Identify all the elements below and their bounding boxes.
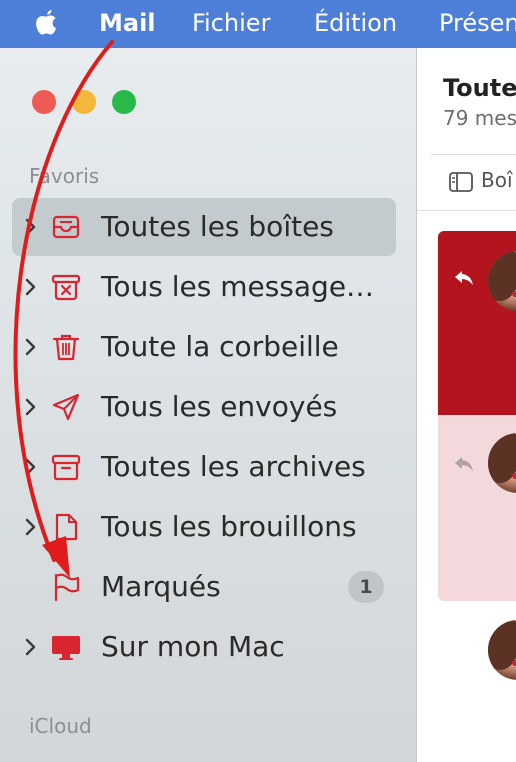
chevron-right-icon[interactable]	[22, 396, 38, 418]
chevron-right-icon[interactable]	[22, 336, 38, 358]
menu-presentation[interactable]: Présen	[439, 8, 516, 38]
sidebar-item-label: Tous les message…	[101, 270, 375, 303]
paperplane-icon	[52, 393, 80, 421]
menu-bar: Mail Fichier Édition Présen	[0, 0, 516, 48]
chevron-right-icon[interactable]	[22, 516, 38, 538]
menu-fichier[interactable]: Fichier	[192, 8, 270, 38]
message-row[interactable]	[438, 415, 516, 601]
menu-edition[interactable]: Édition	[314, 8, 397, 38]
divider	[431, 154, 516, 155]
chevron-right-icon[interactable]	[22, 276, 38, 298]
avatar	[488, 433, 516, 493]
sidebar-item-label: Sur mon Mac	[101, 630, 285, 663]
sidebar-item-label: Marqués	[101, 570, 221, 603]
sidebar-item-archive[interactable]: Toutes les archives	[12, 438, 396, 496]
sidebar-item-label: Tous les envoyés	[101, 390, 338, 423]
reply-icon	[455, 457, 473, 471]
chevron-right-icon[interactable]	[22, 636, 38, 658]
message-list: Toute 79 mes Boî	[417, 48, 516, 762]
desktop-icon	[52, 636, 80, 660]
sidebar-item-sent[interactable]: Tous les envoyés	[12, 378, 396, 436]
section-favorites: Favoris	[29, 164, 100, 188]
reply-icon	[455, 271, 473, 285]
section-icloud: iCloud	[29, 714, 92, 738]
minimize-window-button[interactable]	[72, 90, 96, 114]
chevron-right-icon[interactable]	[22, 456, 38, 478]
close-window-button[interactable]	[32, 90, 56, 114]
sidebar-item-label: Tous les brouillons	[101, 510, 357, 543]
divider	[417, 210, 516, 211]
message-row[interactable]	[438, 231, 516, 415]
flag-icon	[54, 573, 80, 602]
sidebar-toggle-icon[interactable]	[449, 172, 473, 192]
avatar	[488, 620, 516, 680]
mailbox-title: Toute	[443, 74, 516, 102]
mail-window: Favoris Toutes les boîtes Tous les messa…	[0, 48, 516, 762]
avatar	[488, 251, 516, 311]
sidebar: Favoris Toutes les boîtes Tous les messa…	[0, 48, 417, 762]
sidebar-item-trash[interactable]: Toute la corbeille	[12, 318, 396, 376]
zoom-window-button[interactable]	[112, 90, 136, 114]
sidebar-item-label: Toute la corbeille	[101, 330, 339, 363]
trash-icon	[52, 334, 80, 361]
sidebar-item-on-my-mac[interactable]: Sur mon Mac	[12, 618, 396, 676]
sidebar-item-flagged[interactable]: Marqués 1	[12, 558, 396, 616]
menu-mail[interactable]: Mail	[99, 8, 156, 38]
sidebar-item-label: Toutes les boîtes	[101, 210, 334, 243]
chevron-right-icon[interactable]	[22, 216, 38, 238]
message-count: 79 mes	[443, 106, 516, 130]
sidebar-item-all-mailboxes[interactable]: Toutes les boîtes	[12, 198, 396, 256]
mailbox-filter-label[interactable]: Boî	[481, 168, 513, 192]
document-icon	[55, 513, 78, 541]
unread-count-badge: 1	[348, 571, 384, 603]
tray-icon	[52, 215, 80, 239]
junk-icon	[51, 274, 81, 301]
sidebar-item-drafts[interactable]: Tous les brouillons	[12, 498, 396, 556]
sidebar-item-label: Toutes les archives	[101, 450, 366, 483]
apple-logo-icon[interactable]	[31, 8, 61, 40]
sidebar-item-junk[interactable]: Tous les message…	[12, 258, 396, 316]
archive-icon	[51, 454, 81, 481]
